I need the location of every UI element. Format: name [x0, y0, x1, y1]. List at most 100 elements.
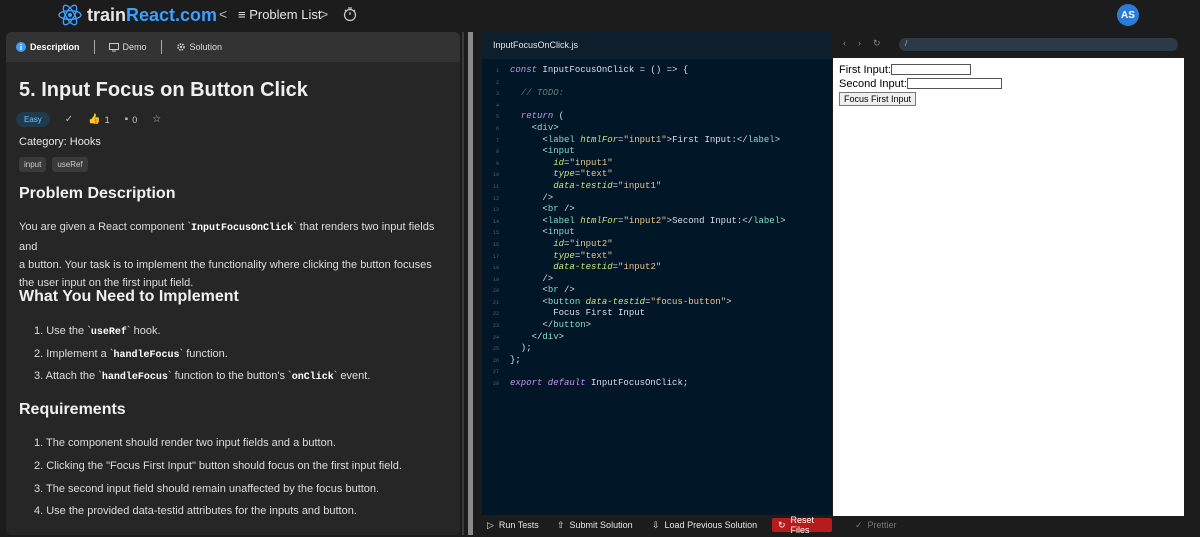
code-editor[interactable]: InputFocusOnClick.js 1 const InputFocusOn…	[482, 32, 832, 535]
load-label: Load Previous Solution	[664, 520, 758, 530]
reset-label: Reset Files	[790, 515, 815, 535]
code-text: <button data-testid="focus-button">	[510, 296, 732, 307]
address-bar[interactable]: /	[899, 38, 1178, 51]
li-text: ` event.	[333, 370, 371, 382]
monitor-icon	[108, 43, 119, 52]
panel-divider[interactable]	[462, 32, 464, 535]
editor-filename: InputFocusOnClick.js	[493, 40, 579, 50]
problem-list-button[interactable]: ≡ Problem List	[238, 7, 321, 22]
back-icon[interactable]: ‹	[843, 38, 846, 48]
code-text: // TODO:	[520, 88, 565, 99]
run-tests-button[interactable]: ▷ Run Tests	[487, 518, 539, 532]
check-circle-icon[interactable]: ✓	[65, 114, 73, 125]
tab-divider	[160, 40, 162, 54]
list-item: 1. Use the `useRef` hook.	[34, 325, 161, 338]
line-number: 5	[495, 114, 499, 121]
check-icon: ✓	[855, 519, 863, 530]
code-line[interactable]: 13 <br />	[482, 204, 832, 216]
li-text: 1. Use the `	[34, 325, 91, 337]
line-number: 13	[492, 207, 499, 214]
code-line[interactable]: 18 data-testid="input2"	[482, 262, 832, 274]
code-line[interactable]: 8 <input	[482, 146, 832, 158]
tab-demo-label: Demo	[122, 42, 147, 52]
star-icon[interactable]: ☆	[152, 114, 161, 125]
line-number: 12	[492, 195, 499, 202]
code-line[interactable]: 2	[482, 77, 832, 89]
code-area[interactable]: 1 const InputFocusOnClick = () => {2 3 // …	[482, 65, 832, 390]
second-input-label: Second Input:	[839, 77, 907, 90]
code-line[interactable]: 26};	[482, 355, 832, 367]
line-number: 21	[492, 299, 499, 306]
forward-icon[interactable]: ›	[858, 38, 861, 48]
code-text: Focus First Input	[510, 308, 646, 319]
code-line[interactable]: 28 export default InputFocusOnClick;	[482, 378, 832, 390]
load-previous-button[interactable]: ⇩ Load Previous Solution	[652, 518, 757, 532]
code-line[interactable]: 11 data-testid="input1"	[482, 181, 832, 193]
code-text: </div>	[510, 331, 565, 342]
code-text: <input	[510, 227, 575, 238]
code-line[interactable]: 10 type="text"	[482, 169, 832, 181]
code-line[interactable]: 1 const InputFocusOnClick = () => {	[482, 65, 832, 77]
code-line[interactable]: 9 id="input1"	[482, 158, 832, 170]
code-line[interactable]: 21 <button data-testid="focus-button">	[482, 297, 832, 309]
tab-description[interactable]: Description	[6, 42, 90, 52]
comment-icon[interactable]: ▪	[125, 114, 129, 125]
focus-first-input-button[interactable]: Focus First Input	[839, 92, 917, 106]
code-line[interactable]: 15 <input	[482, 227, 832, 239]
second-input-row: Second Input:	[839, 77, 1002, 90]
line-number: 27	[492, 369, 499, 376]
code-line[interactable]: 24 </div>	[482, 332, 832, 344]
tab-bar: Description Demo Solution	[6, 32, 460, 62]
code-text: <input	[510, 146, 575, 157]
preview-scrollbar[interactable]	[1184, 32, 1200, 516]
reload-icon[interactable]: ↻	[873, 38, 881, 49]
code-line[interactable]: 14 <label htmlFor="input2">Second Input:…	[482, 216, 832, 228]
submit-solution-button[interactable]: ⇧ Submit Solution	[557, 518, 633, 532]
tab-solution-label: Solution	[189, 42, 223, 52]
prettier-button[interactable]: ✓ Prettier	[855, 518, 897, 532]
code-line[interactable]: 5 return (	[482, 111, 832, 123]
category-label: Category: Hooks	[19, 136, 101, 148]
code-line[interactable]: 3 // TODO:	[482, 88, 832, 100]
code-line[interactable]: 27	[482, 366, 832, 378]
brand-name: trainReact.com	[87, 5, 217, 26]
code-text: <br />	[510, 285, 575, 296]
requirements-heading: Requirements	[19, 401, 126, 418]
code-line[interactable]: 16 id="input2"	[482, 239, 832, 251]
code-line[interactable]: 12 />	[482, 193, 832, 205]
avatar[interactable]: AS	[1117, 4, 1139, 26]
second-input-field[interactable]	[906, 78, 1002, 89]
brand-logo[interactable]: trainReact.com	[57, 2, 217, 28]
code-line[interactable]: 17 type="text"	[482, 251, 832, 263]
code-line[interactable]: 6 <div>	[482, 123, 832, 135]
line-number: 26	[492, 357, 499, 364]
prev-problem-button[interactable]: <	[219, 6, 227, 22]
first-input-field[interactable]	[890, 64, 971, 75]
editor-file-tab[interactable]: InputFocusOnClick.js	[482, 32, 832, 59]
code-line[interactable]: 20 <br />	[482, 285, 832, 297]
desc-code: InputFocusOnClick	[191, 223, 294, 234]
timer-icon[interactable]	[342, 6, 358, 22]
info-icon	[16, 42, 26, 52]
code-line[interactable]: 23 </button>	[482, 320, 832, 332]
tab-solution[interactable]: Solution	[166, 42, 233, 52]
next-problem-button[interactable]: >	[320, 6, 328, 22]
code-text: data-testid="input1"	[553, 180, 662, 191]
code-line[interactable]: 25 );	[482, 343, 832, 355]
li-text: 3. Attach the `	[34, 370, 102, 382]
code-line[interactable]: 19 />	[482, 274, 832, 286]
code-line[interactable]: 4	[482, 100, 832, 112]
tab-demo[interactable]: Demo	[99, 42, 157, 52]
thumbs-up-icon[interactable]: 👍	[88, 114, 100, 125]
code-text: export default InputFocusOnClick;	[510, 378, 689, 389]
reset-files-button[interactable]: ↻ Reset Files	[772, 515, 832, 535]
code-line[interactable]: 22 Focus First Input	[482, 308, 832, 320]
li-code: handleFocus	[101, 372, 168, 383]
line-number: 24	[492, 334, 499, 341]
desc-part: a button. Your task is to implement the …	[19, 259, 432, 271]
first-input-label: First Input:	[839, 63, 891, 76]
code-line[interactable]: 7 <label htmlFor="input1">First Input:</…	[482, 135, 832, 147]
scrollbar[interactable]	[468, 32, 473, 535]
tag[interactable]: useRef	[52, 157, 88, 172]
tag[interactable]: input	[19, 157, 47, 172]
